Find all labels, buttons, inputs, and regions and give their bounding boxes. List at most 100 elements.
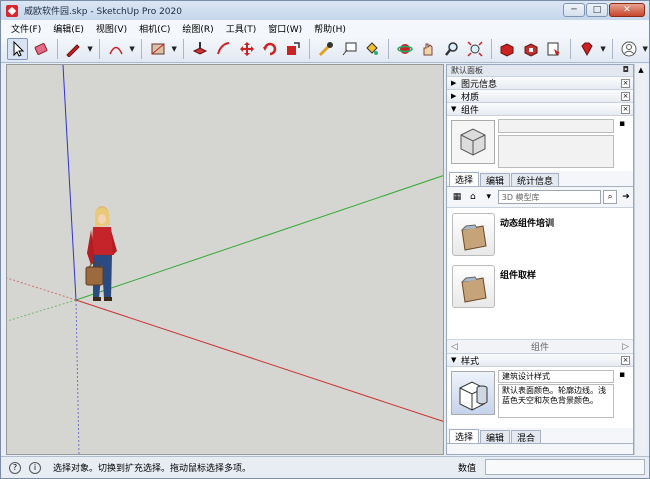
title-bar: 威欧软件园.skp - SketchUp Pro 2020 ─ □ ✕ xyxy=(1,1,649,20)
paint-bucket-icon[interactable] xyxy=(362,38,383,60)
component-name-field[interactable] xyxy=(498,119,614,133)
menu-edit[interactable]: 编辑(E) xyxy=(47,22,90,35)
component-tabs: 选择 编辑 统计信息 xyxy=(447,172,633,187)
chevron-down-icon[interactable]: ▼ xyxy=(170,38,178,60)
close-button[interactable]: ✕ xyxy=(609,3,645,17)
close-icon[interactable]: × xyxy=(621,92,630,101)
close-icon[interactable]: × xyxy=(621,79,630,88)
rectangle-tool-icon[interactable] xyxy=(147,38,168,60)
pan-icon[interactable] xyxy=(418,38,439,60)
back-icon[interactable]: ◁ xyxy=(451,342,458,352)
person-figure-icon xyxy=(85,206,117,301)
menu-help[interactable]: 帮助(H) xyxy=(308,22,352,35)
close-icon[interactable]: × xyxy=(621,105,630,114)
minimize-button[interactable]: ─ xyxy=(563,3,585,17)
push-pull-tool-icon[interactable] xyxy=(189,38,210,60)
triangle-down-icon: ▼ xyxy=(451,105,457,113)
axes xyxy=(7,65,443,454)
arc-tool-icon[interactable] xyxy=(105,38,126,60)
component-search-row: ▦ ⌂ ▾ 3D 模型库 ⌕ ➔ xyxy=(447,187,633,207)
info-icon[interactable]: i xyxy=(29,461,41,474)
orbit-icon[interactable] xyxy=(394,38,415,60)
extension-warehouse-icon[interactable] xyxy=(520,38,541,60)
component-description-field[interactable] xyxy=(498,135,614,168)
menu-view[interactable]: 视图(V) xyxy=(90,22,133,35)
home-icon[interactable]: ⌂ xyxy=(466,190,480,204)
tray-entity-info[interactable]: ▶ 图元信息 × xyxy=(447,76,633,90)
pin-icon[interactable]: ◘ xyxy=(623,65,629,74)
tray-materials[interactable]: ▶ 材质 × xyxy=(447,89,633,103)
scroll-up-icon[interactable]: ▲ xyxy=(635,64,647,76)
tab-select[interactable]: 选择 xyxy=(449,172,480,186)
move-tool-icon[interactable] xyxy=(236,38,257,60)
status-message: 选择对象。切换到扩充选择。拖动鼠标选择多项。 xyxy=(53,464,252,474)
close-icon[interactable]: × xyxy=(621,356,630,365)
window-controls: ─ □ ✕ xyxy=(563,3,645,17)
rotate-tool-icon[interactable] xyxy=(259,38,280,60)
tab-edit[interactable]: 编辑 xyxy=(480,173,511,187)
style-name-field[interactable]: 建筑设计样式 xyxy=(498,370,614,383)
panel-scrollbar[interactable]: ▲ xyxy=(634,64,647,455)
toolbar-separator xyxy=(56,39,58,59)
scale-tool-icon[interactable] xyxy=(283,38,304,60)
style-thumbnail xyxy=(451,371,495,415)
text-tool-icon[interactable] xyxy=(338,38,359,60)
question-icon[interactable]: ? xyxy=(9,461,21,474)
select-tool-icon[interactable] xyxy=(7,38,29,60)
tray-materials-label: 材质 xyxy=(461,92,480,103)
toolbar-separator xyxy=(183,39,185,59)
zoom-icon[interactable] xyxy=(441,38,462,60)
tab-mix[interactable]: 混合 xyxy=(511,430,542,444)
tab-select[interactable]: 选择 xyxy=(449,429,480,443)
details-icon[interactable]: ▪ xyxy=(619,119,629,133)
list-item-label: 动态组件培训 xyxy=(500,219,555,229)
triangle-down-icon: ▼ xyxy=(451,356,457,364)
pencil-line-tool-icon[interactable] xyxy=(63,38,84,60)
eraser-tool-icon[interactable] xyxy=(30,38,51,60)
tray-components-label: 组件 xyxy=(461,105,480,116)
tray-styles[interactable]: ▼ 样式 × xyxy=(447,353,633,367)
forward-icon[interactable]: ▷ xyxy=(622,342,629,352)
toolbar-separator xyxy=(141,39,142,59)
measurements-label: 数值 xyxy=(458,464,477,474)
folder-thumbnail xyxy=(452,265,495,308)
tab-statistics[interactable]: 统计信息 xyxy=(511,173,560,187)
offset-tool-icon[interactable] xyxy=(212,38,233,60)
measurements-input[interactable] xyxy=(485,459,645,475)
list-item[interactable]: 动态组件培训 xyxy=(452,213,627,261)
blue-axis xyxy=(62,65,77,301)
ruby-icon[interactable] xyxy=(576,38,597,60)
tape-measure-icon[interactable] xyxy=(315,38,336,60)
nav-label: 组件 xyxy=(530,343,549,353)
3d-warehouse-icon[interactable] xyxy=(497,38,518,60)
toolbar-separator xyxy=(611,39,613,59)
details-icon[interactable]: ▪ xyxy=(619,370,629,384)
menu-file[interactable]: 文件(F) xyxy=(5,22,47,35)
component-preview: ▪ xyxy=(447,115,633,171)
tab-edit[interactable]: 编辑 xyxy=(480,430,511,444)
chevron-down-icon[interactable]: ▼ xyxy=(86,38,94,60)
menu-draw[interactable]: 绘图(R) xyxy=(176,22,219,35)
layout-icon[interactable] xyxy=(543,38,564,60)
account-icon[interactable] xyxy=(618,38,639,60)
search-icon[interactable]: ⌕ xyxy=(603,190,618,204)
chevron-down-icon[interactable]: ▼ xyxy=(599,38,607,60)
view-options-icon[interactable]: ▦ xyxy=(450,190,464,204)
chevron-down-icon[interactable]: ▼ xyxy=(128,38,136,60)
tray-components[interactable]: ▼ 组件 × xyxy=(447,102,633,116)
chevron-down-icon[interactable]: ▼ xyxy=(641,38,649,60)
triangle-right-icon: ▶ xyxy=(451,79,457,87)
menu-tools[interactable]: 工具(T) xyxy=(220,22,263,35)
zoom-extents-icon[interactable] xyxy=(464,38,485,60)
style-description-field[interactable]: 默认表面颜色。轮廓边线。浅蓝色天空和灰色背景颜色。 xyxy=(498,384,614,418)
search-input[interactable]: 3D 模型库 xyxy=(497,190,602,204)
component-thumbnail xyxy=(451,120,495,164)
maximize-button[interactable]: □ xyxy=(586,3,608,17)
green-axis-negative xyxy=(7,299,77,322)
detail-arrow-icon[interactable]: ➔ xyxy=(619,190,633,204)
chevron-down-icon[interactable]: ▾ xyxy=(482,190,496,204)
list-item[interactable]: 组件取样 xyxy=(452,265,627,313)
menu-window[interactable]: 窗口(W) xyxy=(262,22,308,35)
menu-camera[interactable]: 相机(C) xyxy=(133,22,176,35)
drawing-viewport[interactable] xyxy=(6,64,444,455)
